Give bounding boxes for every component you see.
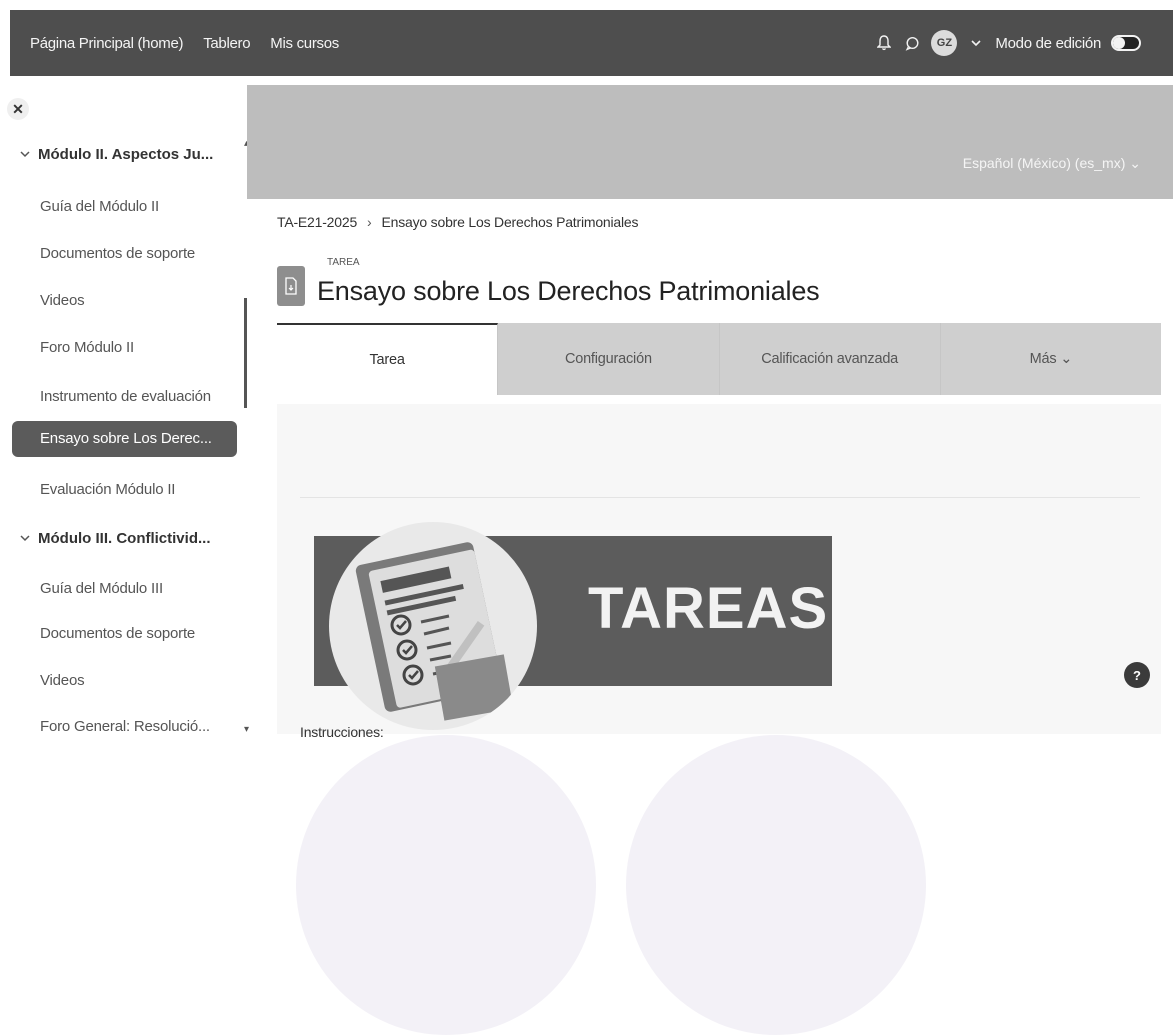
section-title: Módulo III. Conflictivid... bbox=[38, 530, 211, 547]
sidebar-scrollbar[interactable] bbox=[244, 298, 247, 408]
chevron-down-icon[interactable] bbox=[967, 34, 985, 52]
sidebar-item-module3-videos[interactable]: Videos bbox=[40, 672, 85, 689]
tab-label: Calificación avanzada bbox=[761, 351, 899, 367]
language-label: Español (México) (es_mx) bbox=[962, 155, 1126, 171]
instructions-label: Instrucciones: bbox=[300, 724, 384, 740]
sidebar-item-module2-guide[interactable]: Guía del Módulo II bbox=[40, 198, 159, 215]
sidebar-item-module2-evaluation[interactable]: Evaluación Módulo II bbox=[40, 481, 175, 498]
section-module-2[interactable]: Módulo II. Aspectos Ju... bbox=[20, 146, 213, 163]
top-navbar: Página Principal (home) Tablero Mis curs… bbox=[10, 10, 1173, 76]
chevron-down-icon: ⌄ bbox=[1060, 351, 1073, 367]
page-title: Ensayo sobre Los Derechos Patrimoniales bbox=[317, 276, 820, 306]
tab-label: Más bbox=[1029, 351, 1057, 367]
breadcrumb-separator-icon: › bbox=[367, 214, 372, 230]
chat-icon[interactable] bbox=[903, 34, 921, 52]
nav-home-link[interactable]: Página Principal (home) bbox=[30, 35, 183, 52]
sidebar-item-general-forum[interactable]: Foro General: Resolució... bbox=[40, 718, 210, 735]
secondary-navigation: Tarea Configuración Calificación avanzad… bbox=[277, 323, 1161, 395]
user-controls: GZ Modo de edición bbox=[875, 30, 1173, 56]
watermark-shape bbox=[626, 735, 926, 1035]
breadcrumb-current[interactable]: Ensayo sobre Los Derechos Patrimoniales bbox=[382, 214, 639, 230]
content-divider bbox=[300, 497, 1140, 498]
tab-settings[interactable]: Configuración bbox=[498, 323, 720, 395]
avatar[interactable]: GZ bbox=[931, 30, 958, 56]
course-index-drawer: ✕ Módulo II. Aspectos Ju... Guía del Mód… bbox=[0, 76, 249, 903]
nav-my-courses-link[interactable]: Mis cursos bbox=[270, 35, 339, 52]
sidebar-item-module2-docs[interactable]: Documentos de soporte bbox=[40, 245, 195, 262]
breadcrumb: TA-E21-2025 › Ensayo sobre Los Derechos Pa… bbox=[277, 214, 638, 230]
sidebar-item-module3-guide[interactable]: Guía del Módulo III bbox=[40, 580, 163, 597]
tab-label: Configuración bbox=[564, 351, 652, 367]
tab-assignment[interactable]: Tarea bbox=[277, 323, 499, 395]
close-drawer-icon[interactable]: ✕ bbox=[7, 98, 29, 120]
tab-more[interactable]: Más ⌄ bbox=[940, 323, 1161, 395]
chevron-down-icon[interactable] bbox=[20, 149, 30, 161]
watermark-shape bbox=[296, 735, 596, 1035]
assignment-icon bbox=[277, 266, 305, 306]
activity-type-label: TAREA bbox=[327, 257, 360, 268]
nav-dashboard-link[interactable]: Tablero bbox=[203, 35, 250, 52]
edit-mode-toggle[interactable] bbox=[1111, 35, 1141, 51]
chevron-down-icon[interactable] bbox=[20, 533, 30, 545]
scroll-down-caret-icon[interactable]: ▾ bbox=[244, 724, 249, 735]
sidebar-item-module3-docs[interactable]: Documentos de soporte bbox=[40, 625, 195, 642]
language-menu[interactable]: Español (México) (es_mx) ⌄ bbox=[963, 155, 1141, 172]
tareas-banner-text: TAREAS bbox=[588, 576, 829, 641]
task-checklist-illustration bbox=[329, 522, 537, 730]
sidebar-item-essay-active[interactable]: Ensayo sobre Los Derec... bbox=[12, 421, 237, 457]
edit-mode-label: Modo de edición bbox=[995, 34, 1101, 52]
sidebar-item-evaluation-tool[interactable]: Instrumento de evaluación bbox=[40, 388, 211, 405]
section-title: Módulo II. Aspectos Ju... bbox=[38, 146, 214, 163]
sidebar-item-module2-videos[interactable]: Videos bbox=[40, 292, 85, 309]
bell-icon[interactable] bbox=[875, 34, 893, 52]
course-header-banner: Español (México) (es_mx) ⌄ bbox=[247, 85, 1173, 199]
sidebar-item-module2-forum[interactable]: Foro Módulo II bbox=[40, 339, 134, 356]
section-module-3[interactable]: Módulo III. Conflictivid... bbox=[20, 530, 211, 547]
tab-advanced-grading[interactable]: Calificación avanzada bbox=[719, 323, 941, 395]
tab-label: Tarea bbox=[369, 352, 405, 368]
help-button[interactable]: ? bbox=[1124, 662, 1150, 688]
breadcrumb-course-link[interactable]: TA-E21-2025 bbox=[277, 214, 357, 230]
